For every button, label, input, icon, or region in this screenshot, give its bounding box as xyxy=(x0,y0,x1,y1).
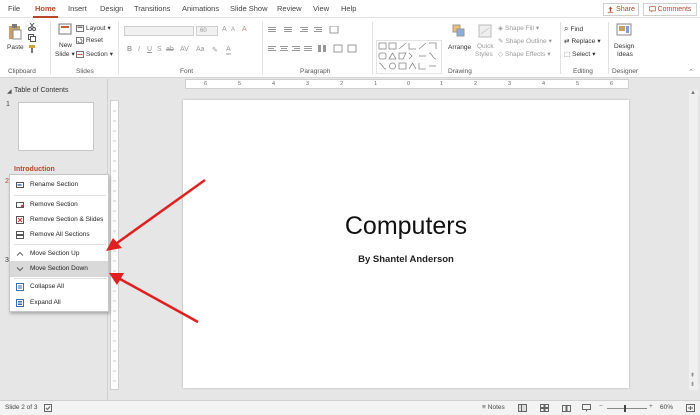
normal-view-icon[interactable] xyxy=(518,404,527,412)
zoom-in-button[interactable]: + xyxy=(649,403,653,410)
status-bar: Slide 2 of 3 ≡ Notes − + 60% xyxy=(0,400,700,415)
slide-counter: Slide 2 of 3 xyxy=(5,404,38,411)
annotation-arrows xyxy=(106,178,206,324)
notes-icon: ≡ xyxy=(482,404,486,411)
zoom-slider[interactable] xyxy=(607,408,647,409)
zoom-level[interactable]: 60% xyxy=(660,404,673,411)
reading-view-icon[interactable] xyxy=(562,404,571,412)
zoom-slider-thumb[interactable] xyxy=(624,405,626,412)
zoom-out-button[interactable]: − xyxy=(599,403,603,410)
slide-sorter-icon[interactable] xyxy=(540,404,549,412)
spelling-icon[interactable] xyxy=(44,404,52,412)
slideshow-icon[interactable] xyxy=(582,404,591,412)
arrow-to-move-down xyxy=(109,273,199,324)
arrow-to-move-up xyxy=(106,178,206,251)
notes-button[interactable]: ≡ Notes xyxy=(482,404,505,411)
fit-to-window-icon[interactable] xyxy=(686,404,695,412)
